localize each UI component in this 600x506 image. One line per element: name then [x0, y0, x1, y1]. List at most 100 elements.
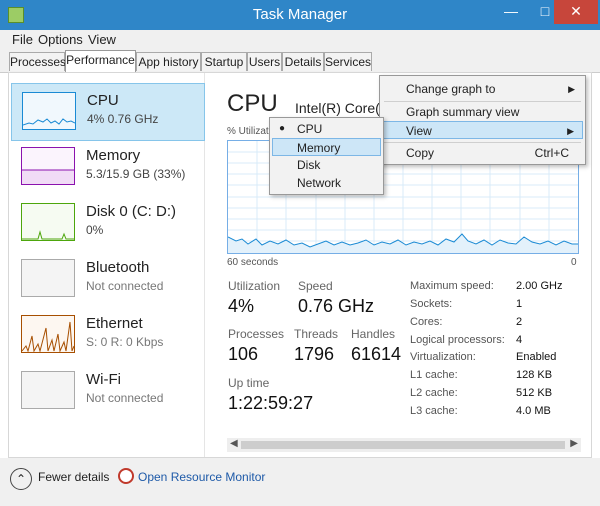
spec-value: 512 KB	[516, 387, 553, 399]
footer-bar: ⌃ Fewer details Open Resource Monitor	[0, 458, 600, 506]
submenu-arrow-icon: ▶	[567, 126, 574, 136]
menu-bar: File Options View	[0, 30, 600, 50]
spec-value: 4	[516, 334, 523, 346]
graph-context-menu: Change graph to ▶ Graph summary view Vie…	[379, 75, 586, 165]
title-bar: Task Manager — □ ✕	[0, 0, 600, 30]
resource-disk[interactable]: Disk 0 (C: D:) 0%	[11, 195, 205, 253]
handles-value: 61614	[351, 344, 402, 364]
spec-label: Sockets:	[410, 298, 453, 310]
resource-wifi[interactable]: Wi-Fi Not connected	[11, 363, 205, 421]
menu-separator	[384, 142, 581, 143]
resource-name: Wi-Fi	[86, 371, 121, 388]
resource-monitor-icon	[118, 468, 134, 484]
resource-name: Disk 0 (C: D:)	[86, 203, 176, 220]
tab-services[interactable]: Services	[324, 52, 372, 71]
detail-title: CPU	[227, 90, 278, 117]
menu-item-graph-summary-view[interactable]: Graph summary view	[382, 103, 583, 121]
uptime-label: Up time	[228, 376, 270, 390]
tab-app-history[interactable]: App history	[136, 52, 201, 71]
spec-value: 2	[516, 316, 523, 328]
memory-thumbnail-graph	[21, 147, 75, 185]
scroll-right-icon[interactable]: ▶	[570, 438, 578, 449]
chevron-up-icon[interactable]: ⌃	[10, 468, 32, 490]
horizontal-scrollbar[interactable]: ◀ ▶	[227, 438, 581, 452]
tab-users[interactable]: Users	[247, 52, 282, 71]
menu-item-label: CPU	[297, 122, 323, 136]
close-button[interactable]: ✕	[554, 0, 598, 24]
resource-detail: Not connected	[86, 279, 164, 293]
fewer-details-link[interactable]: Fewer details	[38, 470, 109, 484]
spec-label: L1 cache:	[410, 369, 458, 381]
resource-bluetooth[interactable]: Bluetooth Not connected	[11, 251, 205, 309]
menu-options[interactable]: Options	[38, 32, 83, 47]
submenu-arrow-icon: ▶	[568, 84, 575, 94]
open-resource-monitor-link[interactable]: Open Resource Monitor	[138, 470, 265, 484]
uptime-value: 1:22:59:27	[228, 393, 314, 413]
spec-value: Enabled	[516, 351, 557, 363]
bluetooth-thumbnail-graph	[21, 259, 75, 297]
submenu-item-disk[interactable]: Disk	[272, 156, 381, 174]
tab-processes[interactable]: Processes	[9, 52, 66, 71]
menu-item-label: Copy	[406, 146, 435, 160]
resource-list: CPU 4% 0.76 GHz Memory 5.3/15.9 GB (33%)…	[8, 73, 205, 457]
resource-detail: 4% 0.76 GHz	[87, 112, 159, 126]
threads-label: Threads	[294, 327, 339, 341]
menu-item-shortcut: Ctrl+C	[534, 146, 569, 160]
utilization-value: 4%	[228, 296, 255, 316]
utilization-graph-label: % Utilizat	[227, 126, 269, 137]
submenu-item-memory[interactable]: Memory	[272, 138, 381, 156]
menu-item-change-graph-to[interactable]: Change graph to ▶	[382, 80, 583, 98]
processes-label: Processes	[228, 327, 285, 341]
menu-item-label: Network	[297, 176, 342, 190]
utilization-label: Utilization	[228, 279, 281, 293]
menu-file[interactable]: File	[12, 32, 33, 47]
spec-value: 4.0 MB	[516, 405, 551, 417]
resource-name: Memory	[86, 147, 141, 164]
resource-cpu[interactable]: CPU 4% 0.76 GHz	[11, 83, 205, 141]
menu-item-label: Disk	[297, 158, 321, 172]
ethernet-thumbnail-graph	[21, 315, 75, 353]
threads-value: 1796	[294, 344, 335, 364]
resource-detail: 5.3/15.9 GB (33%)	[86, 167, 186, 181]
menu-item-view[interactable]: View ▶	[382, 121, 583, 139]
menu-view[interactable]: View	[88, 32, 116, 47]
minimize-button[interactable]: —	[494, 0, 528, 24]
resource-name: CPU	[87, 92, 119, 109]
disk-thumbnail-graph	[21, 203, 75, 241]
spec-label: Maximum speed:	[410, 280, 494, 292]
spec-value: 2.00 GHz	[516, 280, 563, 292]
submenu-item-cpu[interactable]: ● CPU	[272, 120, 381, 138]
scroll-left-icon[interactable]: ◀	[230, 438, 238, 449]
speed-label: Speed	[298, 279, 333, 293]
view-submenu: ● CPU Memory Disk Network	[269, 117, 384, 195]
menu-item-label: Change graph to	[406, 82, 496, 96]
menu-item-label: Graph summary view	[406, 105, 520, 119]
tab-performance[interactable]: Performance	[65, 50, 136, 73]
speed-value: 0.76 GHz	[298, 296, 375, 316]
scrollbar-thumb[interactable]	[241, 441, 565, 449]
tab-strip: Processes Performance App history Startu…	[0, 50, 600, 73]
processes-value: 106	[228, 344, 259, 364]
tab-details[interactable]: Details	[282, 52, 324, 71]
submenu-item-network[interactable]: Network	[272, 174, 381, 192]
spec-label: L2 cache:	[410, 387, 458, 399]
handles-label: Handles	[351, 327, 396, 341]
resource-name: Ethernet	[86, 315, 143, 332]
resource-ethernet[interactable]: Ethernet S: 0 R: 0 Kbps	[11, 307, 205, 365]
spec-label: Virtualization:	[410, 351, 476, 363]
tab-startup[interactable]: Startup	[201, 52, 247, 71]
menu-item-label: View	[406, 124, 432, 138]
resource-detail: S: 0 R: 0 Kbps	[86, 335, 164, 349]
menu-item-copy[interactable]: Copy Ctrl+C	[382, 144, 583, 162]
cpu-thumbnail-graph	[22, 92, 76, 130]
selected-bullet-icon: ●	[279, 123, 286, 134]
menu-item-label: Memory	[297, 141, 341, 155]
graph-time-axis-left: 60 seconds	[227, 257, 279, 268]
wifi-thumbnail-graph	[21, 371, 75, 409]
resource-memory[interactable]: Memory 5.3/15.9 GB (33%)	[11, 139, 205, 197]
spec-value: 1	[516, 298, 523, 310]
menu-separator	[384, 101, 581, 102]
resource-detail: 0%	[86, 223, 104, 237]
spec-label: Cores:	[410, 316, 443, 328]
resource-name: Bluetooth	[86, 259, 150, 276]
